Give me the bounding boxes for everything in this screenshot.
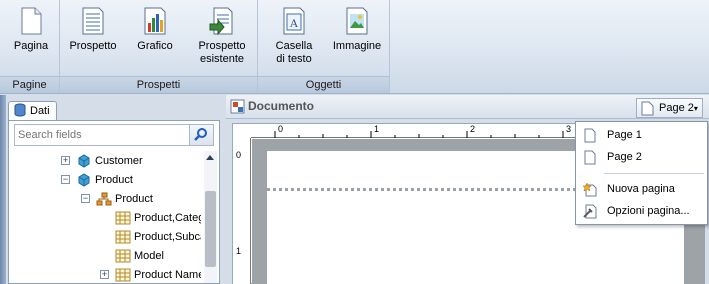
page-selector-button[interactable]: Page 2▾ <box>636 98 703 118</box>
menu-item-label: Page 2 <box>607 151 642 163</box>
prospetto-esistente-button[interactable]: Prospetto esistente <box>190 6 254 66</box>
grid-icon <box>115 230 131 244</box>
expand-icon[interactable]: + <box>61 156 70 165</box>
page-icon <box>21 7 42 35</box>
tree-item-product[interactable]: − Product <box>9 171 199 189</box>
tree-item-product-category[interactable]: Product,Categ <box>9 209 201 227</box>
tree-item-label: Product <box>95 174 133 186</box>
group-title-pagine: Pagine <box>0 76 59 93</box>
casella-di-testo-button[interactable]: A Casella di testo <box>270 6 318 66</box>
collapse-icon[interactable]: − <box>81 194 90 203</box>
report-icon <box>82 7 104 35</box>
image-icon <box>346 7 368 35</box>
chart-icon <box>144 7 166 35</box>
menu-item-label: Nuova pagina <box>607 183 675 195</box>
ruler-label: 3 <box>566 124 572 134</box>
tree-item-product-subcategory[interactable]: Product,Subca <box>9 228 201 246</box>
chevron-down-icon: ▾ <box>693 104 698 113</box>
document-title: Documento <box>248 99 314 113</box>
ruler-label: 1 <box>374 124 380 134</box>
search-box <box>14 124 214 146</box>
immagine-button[interactable]: Immagine <box>328 6 386 53</box>
page-icon <box>641 101 654 116</box>
menu-item-label: Opzioni pagina... <box>607 205 690 217</box>
pagina-button[interactable]: Pagina <box>6 6 56 53</box>
collapse-icon[interactable]: − <box>61 175 70 184</box>
ruler-label: 0 <box>278 124 284 134</box>
tree-item-label: Product <box>115 193 153 205</box>
group-oggetti: A Casella di testo Immagine Oggetti <box>258 0 390 93</box>
database-icon <box>14 103 26 117</box>
panel-edge-strip <box>0 95 6 284</box>
fields-tree: + Customer − Product − Product Product,C… <box>9 151 201 284</box>
tree-item-model[interactable]: Model <box>9 247 199 265</box>
menu-item-page-1[interactable]: Page 1 <box>576 125 707 145</box>
tree-item-product-name[interactable]: + Product Name <box>9 266 201 284</box>
tree-item-customer[interactable]: + Customer <box>9 152 199 170</box>
tree-item-product-hierarchy[interactable]: − Product <box>9 190 199 208</box>
ruler-vertical: 0 1 <box>233 138 251 284</box>
scroll-thumb[interactable] <box>205 191 216 267</box>
existing-report-icon <box>209 7 233 36</box>
grid-icon <box>115 268 131 282</box>
document-header: Documento Page 2▾ <box>226 95 709 119</box>
fields-panel: + Customer − Product − Product Product,C… <box>8 120 220 284</box>
tree-item-label: Model <box>134 250 164 262</box>
tab-dati[interactable]: Dati <box>8 101 57 121</box>
group-pagine: Pagina Pagine <box>0 0 60 93</box>
ribbon-toolbar: Pagina Pagine Prospetto Grafico Prospett… <box>0 0 709 94</box>
ruler-label: 0 <box>236 150 242 160</box>
menu-item-label: Page 1 <box>607 129 642 141</box>
grid-icon <box>115 249 131 263</box>
data-panel: Dati + Customer − Product − Produ <box>0 95 222 284</box>
menu-item-opzioni-pagina[interactable]: Opzioni pagina... <box>576 201 707 221</box>
ruler-label: 1 <box>236 246 242 256</box>
tree-item-label: Product,Categ <box>134 212 201 224</box>
tree-scrollbar[interactable] <box>204 151 217 283</box>
search-fields-input[interactable] <box>15 125 183 145</box>
tree-item-label: Customer <box>95 155 143 167</box>
menu-item-page-2[interactable]: Page 2 <box>576 147 707 167</box>
prospetto-button[interactable]: Prospetto <box>64 6 122 53</box>
tree-item-label: Product Name <box>134 269 201 281</box>
page-options-icon <box>583 204 597 219</box>
search-button[interactable] <box>189 125 213 145</box>
expand-icon[interactable]: + <box>100 270 109 279</box>
textbox-icon: A <box>283 7 305 35</box>
menu-item-nuova-pagina[interactable]: Nuova pagina <box>576 179 707 199</box>
grid-icon <box>115 211 131 225</box>
group-prospetti: Prospetto Grafico Prospetto esistente Pr… <box>60 0 258 93</box>
page-icon <box>584 150 596 165</box>
cube-icon <box>78 173 90 187</box>
panel-tab-row: Dati <box>8 99 220 121</box>
ruler-label: 2 <box>470 124 476 134</box>
cube-icon <box>78 154 90 168</box>
menu-separator <box>604 173 704 174</box>
document-icon <box>230 99 245 114</box>
tab-dati-label: Dati <box>30 105 50 117</box>
search-icon <box>194 128 207 141</box>
page-selector-label: Page 2 <box>659 102 694 114</box>
page-icon <box>584 128 596 143</box>
hierarchy-icon <box>96 192 112 206</box>
scroll-up-arrow-icon[interactable] <box>206 155 214 160</box>
group-title-oggetti: Oggetti <box>258 76 389 93</box>
new-page-icon <box>583 182 597 197</box>
tree-item-label: Product,Subca <box>134 231 201 243</box>
svg-text:A: A <box>290 16 299 30</box>
grafico-button[interactable]: Grafico <box>128 6 182 53</box>
page-menu: Page 1 Page 2 Nuova pagina Opzioni pagin… <box>575 121 708 225</box>
group-title-prospetti: Prospetti <box>60 76 257 93</box>
